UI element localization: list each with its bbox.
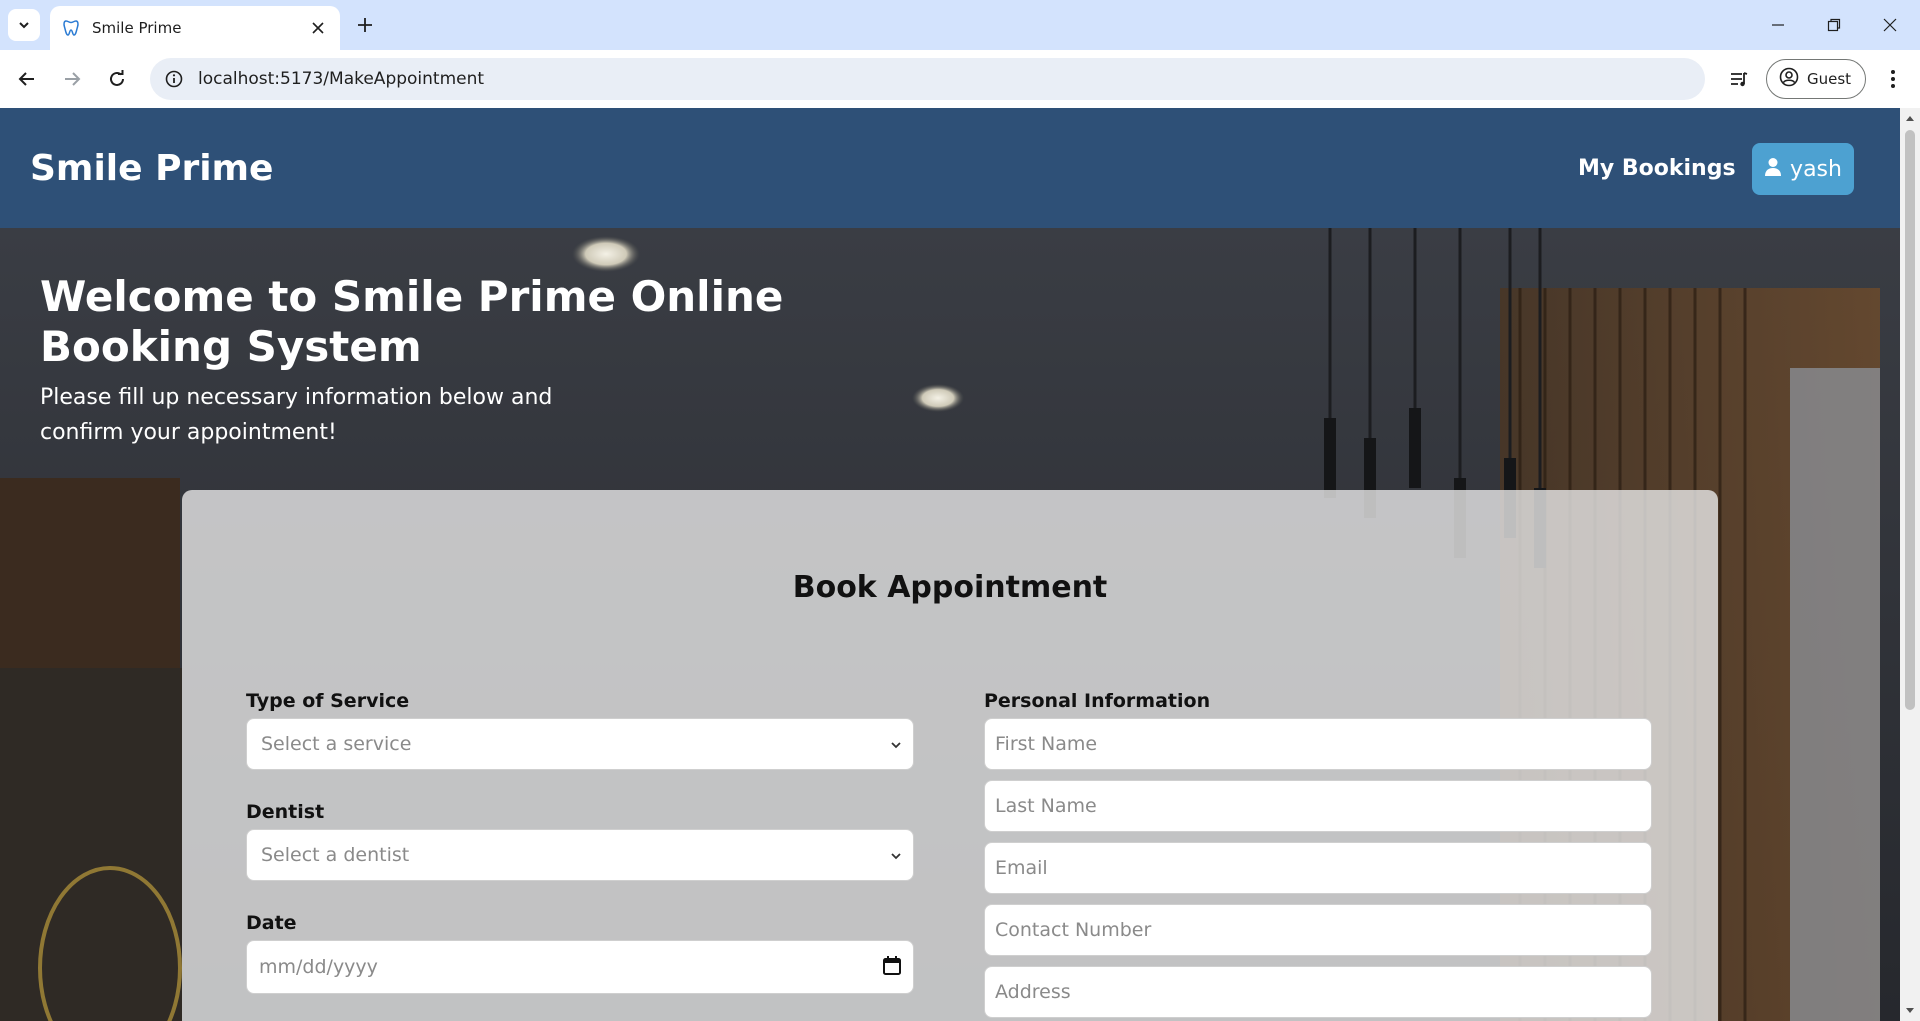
dentist-select[interactable]: Select a dentist [246, 829, 914, 881]
scrollbar-thumb[interactable] [1905, 130, 1915, 710]
url-text[interactable]: localhost:5173/MakeAppointment [198, 69, 484, 89]
address-placeholder: Address [995, 981, 1071, 1003]
my-bookings-link[interactable]: My Bookings [1578, 156, 1736, 181]
contact-number-input[interactable]: Contact Number [984, 904, 1652, 956]
page-viewport: Smile Prime My Bookings yash Welcome to … [0, 108, 1920, 1021]
browser-tab-bar: Smile Prime [0, 0, 1920, 50]
plus-icon[interactable] [350, 10, 380, 40]
date-input[interactable]: mm/dd/yyyy [246, 940, 914, 994]
first-name-placeholder: First Name [995, 733, 1098, 755]
browser-toolbar: localhost:5173/MakeAppointment Guest [0, 50, 1920, 108]
tooth-favicon-icon [62, 19, 80, 37]
calendar-icon[interactable] [883, 955, 901, 980]
service-select[interactable]: Select a service [246, 718, 914, 770]
user-menu-button[interactable]: yash [1752, 143, 1854, 195]
minimize-icon[interactable] [1750, 0, 1806, 50]
browser-tab[interactable]: Smile Prime [50, 6, 340, 50]
service-select-value: Select a service [261, 733, 412, 755]
page-scrollbar[interactable] [1900, 108, 1920, 1021]
media-controls-icon[interactable] [1722, 62, 1756, 96]
chevron-down-icon [889, 735, 903, 757]
address-input[interactable]: Address [984, 966, 1652, 1018]
last-name-input[interactable]: Last Name [984, 780, 1652, 832]
profile-button[interactable]: Guest [1766, 59, 1866, 99]
tab-list-icon[interactable] [8, 9, 40, 41]
more-menu-icon[interactable] [1876, 62, 1910, 96]
reload-icon[interactable] [100, 62, 134, 96]
date-label: Date [246, 912, 297, 934]
service-label: Type of Service [246, 690, 410, 712]
scroll-up-arrow-icon[interactable] [1900, 108, 1920, 128]
user-name: yash [1790, 156, 1842, 182]
form-title: Book Appointment [792, 570, 1108, 605]
email-input[interactable]: Email [984, 842, 1652, 894]
email-placeholder: Email [995, 857, 1048, 879]
chevron-down-icon [889, 846, 903, 868]
profile-icon [1779, 67, 1799, 91]
hero-section: Welcome to Smile Prime Online Booking Sy… [0, 228, 1900, 1021]
date-input-placeholder: mm/dd/yyyy [259, 956, 378, 978]
booking-form-card: Book Appointment Type of Service Select … [182, 490, 1718, 1021]
close-icon[interactable] [304, 14, 332, 42]
window-close-icon[interactable] [1862, 0, 1918, 50]
scroll-down-arrow-icon[interactable] [1900, 1001, 1920, 1021]
restore-icon[interactable] [1806, 0, 1862, 50]
contact-number-placeholder: Contact Number [995, 919, 1152, 941]
back-icon[interactable] [10, 62, 44, 96]
address-bar[interactable]: localhost:5173/MakeAppointment [150, 58, 1705, 100]
hero-title: Welcome to Smile Prime Online Booking Sy… [40, 272, 784, 371]
site-header: Smile Prime My Bookings yash [0, 108, 1900, 228]
tab-title: Smile Prime [92, 19, 182, 37]
first-name-input[interactable]: First Name [984, 718, 1652, 770]
dentist-label: Dentist [246, 801, 325, 823]
dentist-select-value: Select a dentist [261, 844, 410, 866]
hero-subtitle: Please fill up necessary information bel… [40, 385, 553, 445]
site-info-icon[interactable] [162, 67, 186, 91]
profile-label: Guest [1807, 70, 1852, 88]
personal-info-label: Personal Information [984, 690, 1211, 712]
forward-icon[interactable] [55, 62, 89, 96]
brand-logo-text[interactable]: Smile Prime [30, 148, 273, 189]
last-name-placeholder: Last Name [995, 795, 1097, 817]
user-icon [1764, 157, 1782, 181]
